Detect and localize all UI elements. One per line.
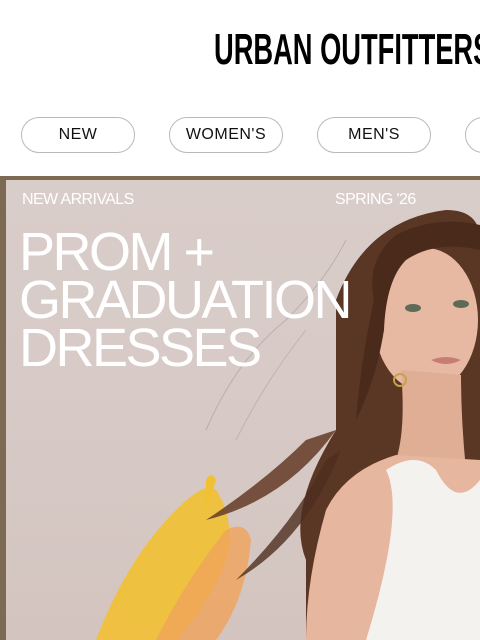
hero-eyebrow-new-arrivals: NEW ARRIVALS [22,191,134,208]
hero-image[interactable]: NEW ARRIVALS SPRING '26 PROM + GRADUATIO… [6,180,480,640]
hero-headline-line-2: GRADUATION [19,270,353,330]
brand-logo[interactable]: URBAN OUTFITTERS [214,28,480,72]
nav-pill-womens[interactable]: WOMEN'S [169,117,283,153]
category-nav: NEW WOMEN'S MEN'S [0,117,480,157]
nav-pill-mens[interactable]: MEN'S [317,117,431,153]
page: URBAN OUTFITTERS NEW WOMEN'S MEN'S NEW A… [0,0,480,640]
hero-eyebrow-season: SPRING '26 [335,191,416,208]
hero-headline-line-1: PROM + [19,222,215,282]
hero-headline: PROM + GRADUATION DRESSES [19,222,419,378]
nav-pill-more[interactable] [465,117,480,153]
header: URBAN OUTFITTERS [0,0,480,110]
hero-headline-line-3: DRESSES [19,318,262,378]
nav-pill-new[interactable]: NEW [21,117,135,153]
hero-banner[interactable]: NEW ARRIVALS SPRING '26 PROM + GRADUATIO… [0,176,480,640]
